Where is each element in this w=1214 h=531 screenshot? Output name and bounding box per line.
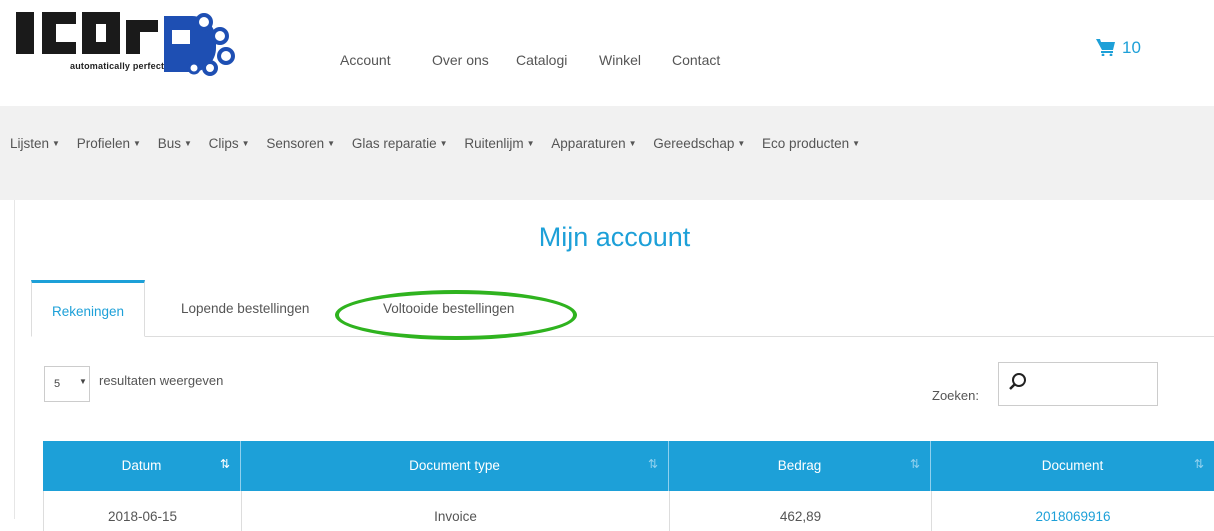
tab-lopende-bestellingen[interactable]: Lopende bestellingen [181,280,309,336]
category-lijsten[interactable]: Lijsten ▼ [10,136,60,151]
category-eco-producten[interactable]: Eco producten ▼ [762,136,860,151]
caret-down-icon: ▼ [737,139,746,148]
brand-logo[interactable]: automatically perfect [14,6,244,76]
column-header-datum[interactable]: Datum ⇅ [43,441,241,491]
topnav-catalogi[interactable]: Catalogi [516,52,567,68]
document-link[interactable]: 2018069916 [1035,509,1110,524]
column-header-bedrag[interactable]: Bedrag ⇅ [669,441,931,491]
sort-icon: ⇅ [647,457,658,471]
category-bar: Lijsten ▼ Profielen ▼ Bus ▼ Clips ▼ Sensoren… [0,106,1214,200]
caret-down-icon: ▼ [526,139,535,148]
caret-down-icon: ▼ [628,139,637,148]
topnav-over-ons[interactable]: Over ons [432,52,489,68]
caret-down-icon: ▼ [241,139,250,148]
category-profielen[interactable]: Profielen ▼ [77,136,141,151]
caret-down-icon: ▼ [133,139,141,148]
cell-bedrag: 462,89 [670,491,932,531]
category-gereedschap[interactable]: Gereedschap ▼ [653,136,745,151]
caret-down-icon: ▼ [52,139,60,148]
table-row: 2018-06-15 Invoice 462,89 2018069916 [43,491,1214,531]
category-ruitenlijm[interactable]: Ruitenlijm ▼ [464,136,534,151]
search-icon [1009,373,1026,390]
column-header-document-type[interactable]: Document type ⇅ [241,441,669,491]
cell-datum: 2018-06-15 [44,491,242,531]
caret-down-icon: ▼ [439,139,448,148]
category-sensoren[interactable]: Sensoren ▼ [266,136,335,151]
brand-tagline: automatically perfect [70,61,165,71]
page-length-select[interactable]: 5 ▼ [44,366,90,402]
tab-rekeningen[interactable]: Rekeningen [31,280,146,337]
cart-count: 10 [1122,38,1141,57]
search-label: Zoeken: [932,388,979,403]
account-content: Mijn account Rekeningen Lopende bestelli… [15,200,1214,531]
cell-document-type: Invoice [242,491,670,531]
page-title: Mijn account [538,222,691,252]
sort-icon: ⇅ [1193,457,1204,471]
category-clips[interactable]: Clips ▼ [209,136,250,151]
sort-icon: ⇅ [909,457,920,471]
dropdown-arrow-icon: ▼ [79,377,87,386]
tab-voltooide-bestellingen[interactable]: Voltooide bestellingen [383,280,514,336]
page-length-label: resultaten weergeven [99,373,224,388]
page-length-value: 5 [54,378,61,390]
table-header: Datum ⇅ Document type ⇅ Bedrag ⇅ Documen… [43,441,1214,491]
category-glas-reparatie[interactable]: Glas reparatie ▼ [352,136,448,151]
cell-document: 2018069916 [932,491,1214,531]
account-tabs: Rekeningen Lopende bestellingen Voltooid… [31,280,1214,337]
search-input[interactable] [998,362,1158,406]
category-apparaturen[interactable]: Apparaturen ▼ [551,136,636,151]
topnav-winkel[interactable]: Winkel [599,52,641,68]
sort-icon: ⇅ [219,457,230,471]
topnav-contact[interactable]: Contact [672,52,720,68]
topnav-account[interactable]: Account [340,52,391,68]
column-header-document[interactable]: Document ⇅ [931,441,1214,491]
cart-icon [1096,39,1115,57]
category-bus[interactable]: Bus ▼ [158,136,192,151]
caret-down-icon: ▼ [327,139,336,148]
cart-link[interactable]: 10 [1096,38,1141,58]
caret-down-icon: ▼ [183,139,192,148]
caret-down-icon: ▼ [852,139,861,148]
